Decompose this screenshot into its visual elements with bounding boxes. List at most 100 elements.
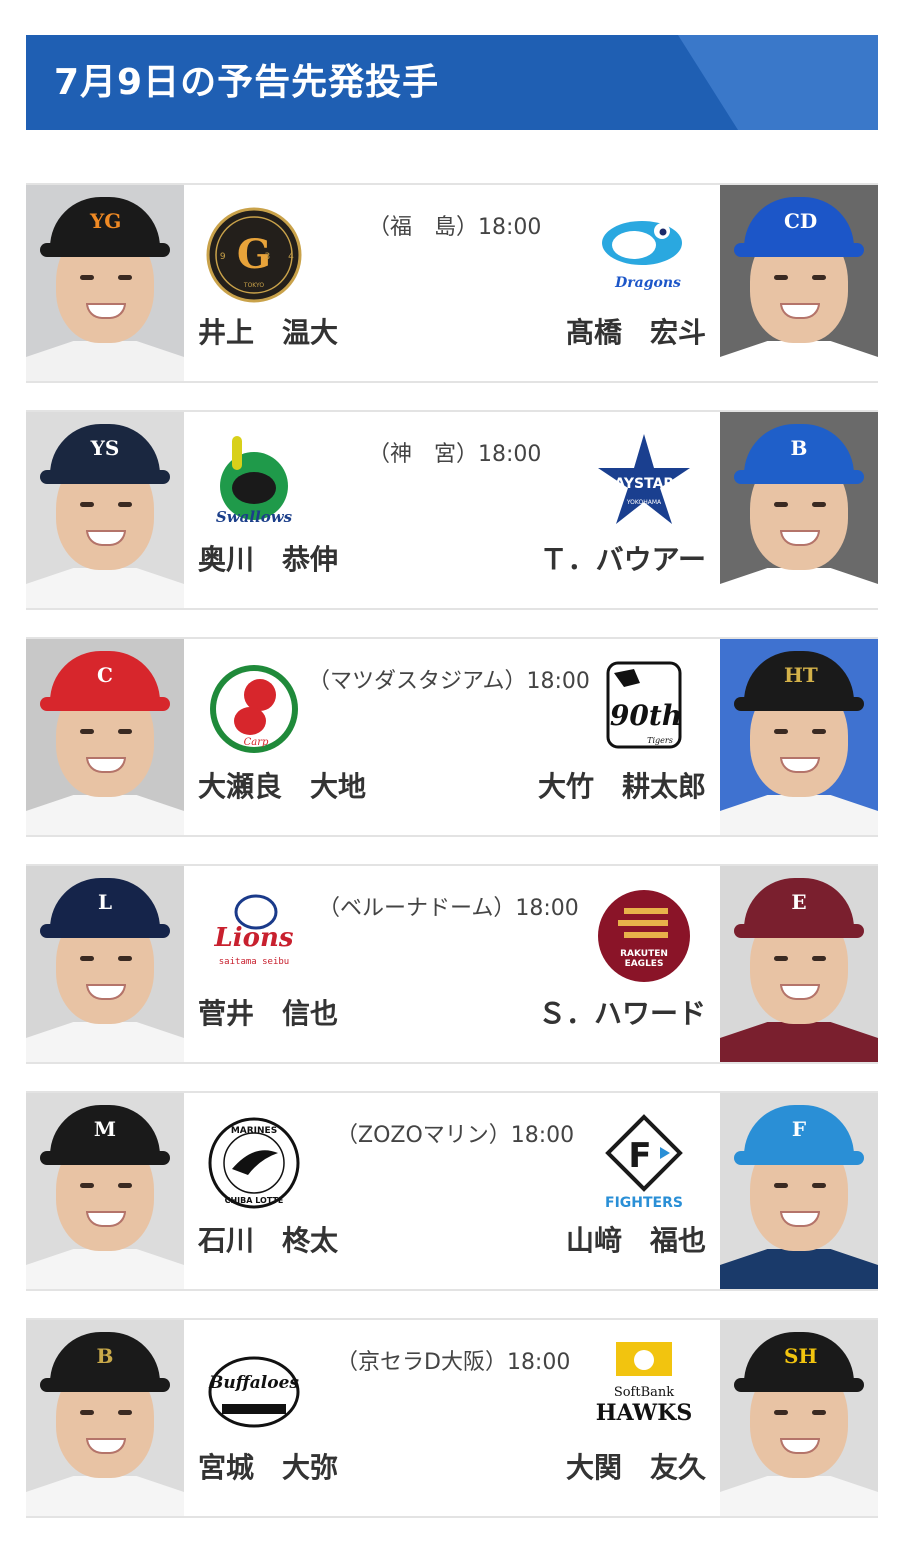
jersey [26, 1022, 184, 1062]
marines-logo-icon: MARINES CHIBA LOTTE [204, 1113, 304, 1213]
fighters-logo-icon: F FIGHTERS [594, 1113, 694, 1213]
eye [774, 1183, 788, 1188]
eye [812, 1183, 826, 1188]
logo-year: 19 34 [204, 252, 304, 262]
away-pitcher-name[interactable]: Ｓ．ハワード [538, 994, 706, 1034]
jersey [720, 1022, 878, 1062]
jersey [26, 795, 184, 835]
cap-brim [40, 470, 170, 484]
cap-brim [40, 697, 170, 711]
jersey [720, 1476, 878, 1516]
jersey [720, 1249, 878, 1289]
cap-brim [734, 1378, 864, 1392]
hawks-logo-icon: SoftBank HAWKS [594, 1340, 694, 1440]
cap-brim [734, 697, 864, 711]
jersey [26, 1476, 184, 1516]
venue-time: （ベルーナドーム）18:00 [318, 896, 579, 921]
away-pitcher-name[interactable]: 大竹 耕太郎 [538, 767, 706, 807]
away-pitcher-name[interactable]: Ｔ．バウアー [540, 540, 706, 580]
eye [812, 956, 826, 961]
home-pitcher-photo: B [26, 1320, 184, 1516]
jersey [720, 341, 878, 381]
game-card[interactable]: M F MARINES CHIBA LOTTE 石川 柊太 F FIGHTERS 山﨑 福也 （… [26, 1091, 878, 1291]
logo-text: Buffaloes [208, 1373, 299, 1393]
eye [774, 1410, 788, 1415]
eye [118, 729, 132, 734]
logo-text: F [628, 1136, 651, 1176]
venue-time: （マツダスタジアム）18:00 [308, 669, 590, 694]
game-card[interactable]: L E Lions saitama seibu 菅井 信也 RAKUTEN EAGLES Ｓ．… [26, 864, 878, 1064]
home-pitcher-name[interactable]: 宮城 大弥 [198, 1448, 338, 1488]
eye [774, 729, 788, 734]
cap-brim [734, 924, 864, 938]
home-pitcher-photo: L [26, 866, 184, 1062]
logo-sub: saitama seibu [219, 957, 289, 967]
logo-sub: FIGHTERS [605, 1195, 683, 1211]
eye [774, 275, 788, 280]
jersey [26, 568, 184, 608]
tigers-logo-icon: 90th Tigers [594, 659, 694, 759]
home-pitcher-photo: C [26, 639, 184, 835]
jersey [720, 795, 878, 835]
dragons-logo-icon: Dragons [594, 205, 694, 305]
eye [80, 956, 94, 961]
eye [774, 956, 788, 961]
cap-logo: HT [784, 663, 818, 687]
game-card[interactable]: YS B Swallows 奥川 恭伸 BAYSTARS YOKOHAMA Ｔ．バウアー （神… [26, 410, 878, 610]
eye [118, 502, 132, 507]
eye [80, 275, 94, 280]
game-card[interactable]: YGCDG19 34TOKYO井上 温大Dragons髙橋 宏斗（福 島）18:… [26, 183, 878, 383]
baystars-logo-icon: BAYSTARS YOKOHAMA [594, 432, 694, 532]
cap-logo: E [791, 890, 807, 914]
game-card[interactable]: C HT Carp 大瀬良 大地 90th Tigers 大竹 耕太郎 （マツダスタジアム）1… [26, 637, 878, 837]
cap-logo: B [790, 436, 808, 460]
away-pitcher-photo: HT [720, 639, 878, 835]
logo-text: Swallows [216, 508, 293, 526]
away-pitcher-photo: B [720, 412, 878, 608]
away-pitcher-photo: E [720, 866, 878, 1062]
cap-logo: YS [90, 436, 120, 460]
logo-text: BAYSTARS [604, 476, 685, 492]
home-pitcher-name[interactable]: 奥川 恭伸 [198, 540, 338, 580]
away-pitcher-name[interactable]: 髙橋 宏斗 [566, 313, 706, 353]
eye [812, 729, 826, 734]
eye [812, 502, 826, 507]
home-pitcher-name[interactable]: 石川 柊太 [198, 1221, 338, 1261]
eye [80, 729, 94, 734]
home-pitcher-photo: M [26, 1093, 184, 1289]
game-card[interactable]: B SH Buffaloes 宮城 大弥 SoftBank HAWKS 大関 友久 （京セラD… [26, 1318, 878, 1518]
cap-brim [40, 1151, 170, 1165]
away-pitcher-photo: CD [720, 185, 878, 381]
logo-text: Carp [244, 737, 269, 748]
cap-brim [40, 1378, 170, 1392]
cap-logo: YG [90, 209, 122, 233]
away-pitcher-name[interactable]: 山﨑 福也 [566, 1221, 706, 1261]
venue-time: （神 宮）18:00 [368, 442, 542, 467]
away-pitcher-name[interactable]: 大関 友久 [566, 1448, 706, 1488]
away-pitcher-photo: SH [720, 1320, 878, 1516]
jersey [26, 341, 184, 381]
logo-sub: YOKOHAMA [626, 499, 662, 506]
swallows-logo-icon: Swallows [204, 432, 304, 532]
venue-time: （ZOZOマリン）18:00 [336, 1123, 575, 1148]
home-pitcher-name[interactable]: 菅井 信也 [198, 994, 338, 1034]
home-pitcher-name[interactable]: 大瀬良 大地 [198, 767, 366, 807]
logo-sub: CHIBA LOTTE [225, 1196, 284, 1205]
eye [118, 956, 132, 961]
logo-text: Lions [213, 923, 293, 953]
eye [118, 1183, 132, 1188]
header-decoration [678, 35, 878, 130]
logo-sub: Tigers [647, 736, 673, 745]
eye [812, 1410, 826, 1415]
page-title: 7月9日の予告先発投手 [54, 62, 440, 103]
cap-logo: M [93, 1117, 117, 1141]
logo-text: RAKUTEN [620, 949, 668, 959]
logo-sub: SoftBank [614, 1385, 674, 1400]
cap-logo: L [97, 890, 113, 914]
cap-brim [40, 243, 170, 257]
logo-sub: EAGLES [625, 959, 664, 969]
venue-time: （福 島）18:00 [368, 215, 542, 240]
jersey [26, 1249, 184, 1289]
home-pitcher-name[interactable]: 井上 温大 [198, 313, 338, 353]
logo-sub: TOKYO [243, 282, 264, 289]
